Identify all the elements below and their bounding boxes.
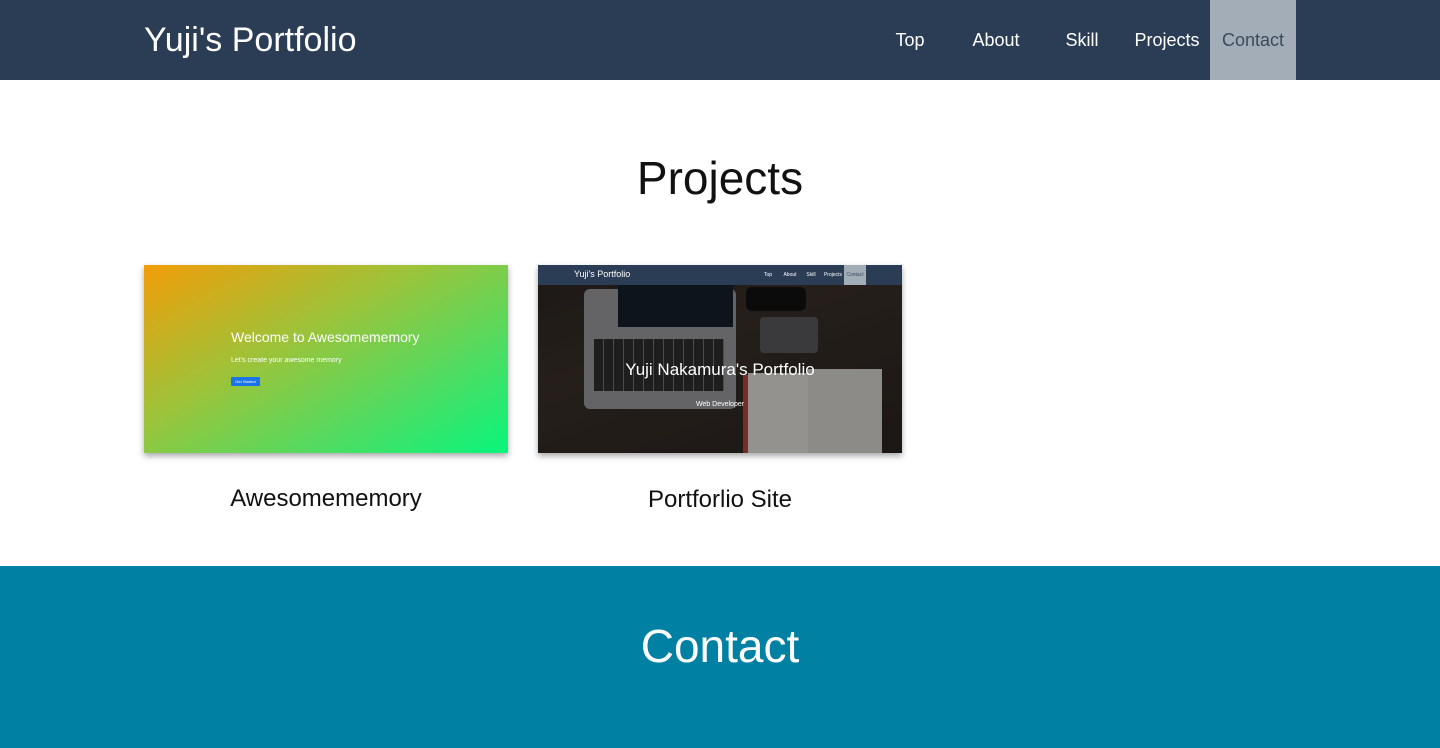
thumbnail-nav-item: Top [763,272,773,278]
thumbnail-navbar: Yuji's Portfolio Top About Skill Project… [538,265,902,285]
contact-section: Contact [0,566,1440,748]
project-thumbnail[interactable]: Welcome to Awesomememory Let's create yo… [144,265,508,453]
brand-title[interactable]: Yuji's Portfolio [144,18,356,62]
nav-top[interactable]: Top [880,0,940,80]
thumbnail-button: Get Started [231,377,260,386]
nav-projects[interactable]: Projects [1126,0,1208,80]
projects-heading: Projects [636,152,804,204]
nav-contact[interactable]: Contact [1210,0,1296,80]
nav-skill[interactable]: Skill [1054,0,1110,80]
contact-heading: Contact [640,620,800,672]
project-title[interactable]: Awesomememory [144,485,508,513]
thumbnail-nav-item: Skill [806,272,816,278]
thumbnail-heading: Yuji Nakamura's Portfolio [625,360,815,379]
thumbnail-heading: Welcome to Awesomememory [231,329,420,345]
thumbnail-nav-item: About [783,272,797,278]
nav-about[interactable]: About [960,0,1032,80]
thumbnail-nav-item: Contact [844,265,866,285]
thumbnail-brand: Yuji's Portfolio [574,269,631,279]
thumbnail-nav-item: Projects [823,272,843,278]
thumbnail-subtitle: Let's create your awesome memory [231,357,342,364]
project-card-portfolio[interactable]: Yuji's Portfolio Top About Skill Project… [538,265,902,525]
project-thumbnail[interactable]: Yuji's Portfolio Top About Skill Project… [538,265,902,453]
site-header: Yuji's Portfolio Top About Skill Project… [0,0,1440,80]
project-title[interactable]: Portforlio Site [538,486,902,514]
thumbnail-subtitle: Web Developer [695,401,745,408]
project-card-awesomememory[interactable]: Welcome to Awesomememory Let's create yo… [144,265,508,525]
